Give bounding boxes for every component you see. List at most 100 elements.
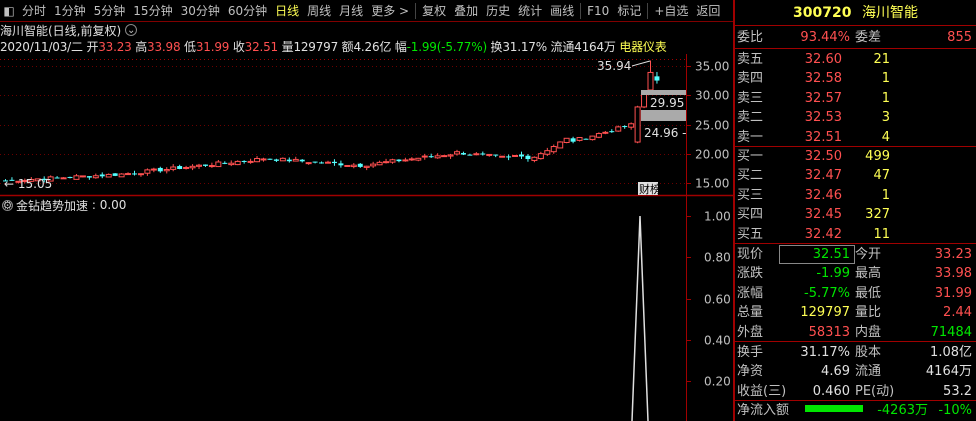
candle-body bbox=[622, 126, 628, 128]
toolbar-item[interactable]: 日线 bbox=[271, 0, 303, 22]
toolbar-item[interactable]: 历史 bbox=[482, 0, 514, 22]
stat-label: 总量 bbox=[737, 305, 764, 321]
quote-panel: 300720 海川智能 委比 93.44% 委差 855 卖五 32.60 21 卖四… bbox=[735, 0, 976, 421]
bid-price: 32.50 bbox=[804, 149, 842, 164]
stat-value: 4164万 bbox=[925, 364, 972, 380]
toolbar-item[interactable]: 30分钟 bbox=[177, 0, 224, 22]
candle-body bbox=[654, 76, 660, 81]
level-label: 29.95 bbox=[650, 96, 684, 110]
net-inflow-label: 净流入额 bbox=[737, 403, 790, 418]
stat-value: 33.23 bbox=[934, 247, 972, 262]
toolbar-item[interactable]: 1分钟 bbox=[50, 0, 90, 22]
bid-label: 买二 bbox=[737, 168, 764, 184]
chart-title-line: 海川智能(日线,前复权) ⌄ bbox=[0, 22, 733, 38]
stat-row: 涨幅 -5.77% 最低 31.99 bbox=[735, 284, 976, 303]
chevron-down-icon[interactable]: ⌄ bbox=[125, 24, 138, 36]
indicator-axis-label: 0.40 bbox=[704, 334, 731, 348]
candlestick-series bbox=[3, 60, 660, 184]
candle-body bbox=[132, 173, 137, 175]
stat-label: 涨幅 bbox=[737, 285, 764, 301]
toolbar-item[interactable]: 返回 bbox=[692, 0, 724, 22]
toolbar-item[interactable]: 复权 bbox=[418, 0, 450, 22]
candle-body bbox=[325, 161, 331, 164]
bid-row[interactable]: 买四 32.45 327 bbox=[735, 205, 976, 224]
candle-body bbox=[415, 157, 422, 161]
ask-price: 32.60 bbox=[804, 52, 842, 67]
weicha-label: 委差 bbox=[855, 30, 882, 45]
ask-row[interactable]: 卖四 32.58 1 bbox=[735, 69, 976, 88]
close-label: 收 bbox=[232, 40, 245, 54]
candle-body bbox=[247, 160, 254, 163]
ask-label: 卖四 bbox=[737, 71, 764, 87]
stat-label: 现价 bbox=[737, 247, 764, 262]
bid-volume: 499 bbox=[865, 149, 890, 164]
ask-price: 32.51 bbox=[804, 129, 842, 145]
toolbar-item[interactable]: 月线 bbox=[335, 0, 367, 22]
amt-value: 4.26亿 bbox=[353, 40, 392, 54]
toolbar-item[interactable]: 分时 bbox=[18, 0, 50, 22]
bid-label: 买四 bbox=[737, 207, 764, 223]
net-inflow-value: -4263万 bbox=[877, 403, 928, 418]
sector-link[interactable]: 电器仪表 bbox=[619, 40, 666, 54]
toolbar-item[interactable]: 周线 bbox=[303, 0, 335, 22]
stat-label: 净资 bbox=[737, 364, 764, 380]
toolbar-item[interactable]: 叠加 bbox=[450, 0, 482, 22]
stock-name: 海川智能 bbox=[861, 5, 918, 21]
toolbar-item[interactable]: 标记 bbox=[613, 0, 645, 22]
toolbar-item[interactable]: F10 bbox=[583, 0, 613, 22]
chg-value: -1.99(-5.77%) bbox=[406, 40, 487, 54]
toolbar-item[interactable]: 更多 > bbox=[367, 0, 413, 22]
toolbar-item[interactable]: +自选 bbox=[650, 0, 692, 22]
ask-row[interactable]: 卖三 32.57 1 bbox=[735, 89, 976, 108]
candle-body bbox=[576, 137, 583, 141]
candle-body bbox=[183, 166, 190, 169]
indicator-settings-icon[interactable]: ⚙ bbox=[2, 199, 13, 212]
ask-volume: 21 bbox=[873, 52, 890, 67]
ask-label: 卖一 bbox=[737, 129, 764, 145]
bid-price: 32.46 bbox=[804, 187, 842, 203]
sidebar-toggle-icon[interactable]: ◧ bbox=[0, 2, 18, 20]
bid-row[interactable]: 买五 32.42 11 bbox=[735, 225, 976, 244]
ask-row[interactable]: 卖二 32.53 3 bbox=[735, 108, 976, 127]
toolbar-item[interactable]: 画线 bbox=[546, 0, 578, 22]
ask-row[interactable]: 卖五 32.60 21 bbox=[735, 50, 976, 69]
stat-label: 最高 bbox=[855, 266, 882, 282]
bid-price: 32.42 bbox=[804, 226, 842, 242]
candle-body bbox=[54, 177, 60, 179]
level-box bbox=[641, 90, 686, 95]
candle-body bbox=[357, 163, 363, 167]
indicator-axis-label: 1.00 bbox=[704, 210, 731, 224]
stat-value: 31.99 bbox=[934, 285, 972, 301]
candle-body bbox=[196, 164, 202, 167]
candle-body bbox=[234, 160, 241, 166]
candle-body bbox=[99, 174, 105, 177]
toolbar-item[interactable]: 统计 bbox=[514, 0, 546, 22]
stat-row: 涨跌 -1.99 最高 33.98 bbox=[735, 264, 976, 283]
stat-row: 净资 4.69 流通 4164万 bbox=[735, 362, 976, 381]
candle-body bbox=[531, 156, 538, 161]
candle-body bbox=[563, 137, 570, 143]
stat-value: 4.69 bbox=[821, 364, 850, 380]
stat-label: 股本 bbox=[855, 345, 882, 360]
candle-body bbox=[350, 164, 357, 168]
net-inflow-bar bbox=[805, 405, 863, 412]
indicator-name: 金钻趋势加速 bbox=[16, 198, 89, 213]
candle-body bbox=[254, 158, 261, 163]
toolbar-item[interactable]: 5分钟 bbox=[90, 0, 130, 22]
bid-row[interactable]: 买三 32.46 1 bbox=[735, 186, 976, 205]
period-toolbar: ◧ 分时 1分钟 5分钟 15分钟 30分钟 60分钟 日线 周线 月线 更多 > 复权 叠加 历史 统计… bbox=[0, 0, 733, 22]
candle-body bbox=[634, 106, 641, 143]
weibi-row: 委比 93.44% 委差 855 bbox=[735, 28, 976, 47]
toolbar-item[interactable]: 60分钟 bbox=[224, 0, 271, 22]
candle-body bbox=[344, 164, 351, 167]
candle-body bbox=[319, 162, 325, 164]
toolbar-item[interactable]: 15分钟 bbox=[129, 0, 176, 22]
ask-price: 32.53 bbox=[804, 110, 842, 126]
stat-label: 换手 bbox=[737, 345, 764, 360]
candle-body bbox=[118, 173, 125, 178]
bid-row[interactable]: 买一 32.50 499 bbox=[735, 147, 976, 166]
bid-row[interactable]: 买二 32.47 47 bbox=[735, 166, 976, 185]
net-inflow-pct: -10% bbox=[938, 403, 972, 418]
ask-row[interactable]: 卖一 32.51 4 bbox=[735, 128, 976, 147]
stat-row: 收益(三) 0.460 PE(动) 53.2 bbox=[735, 382, 976, 401]
